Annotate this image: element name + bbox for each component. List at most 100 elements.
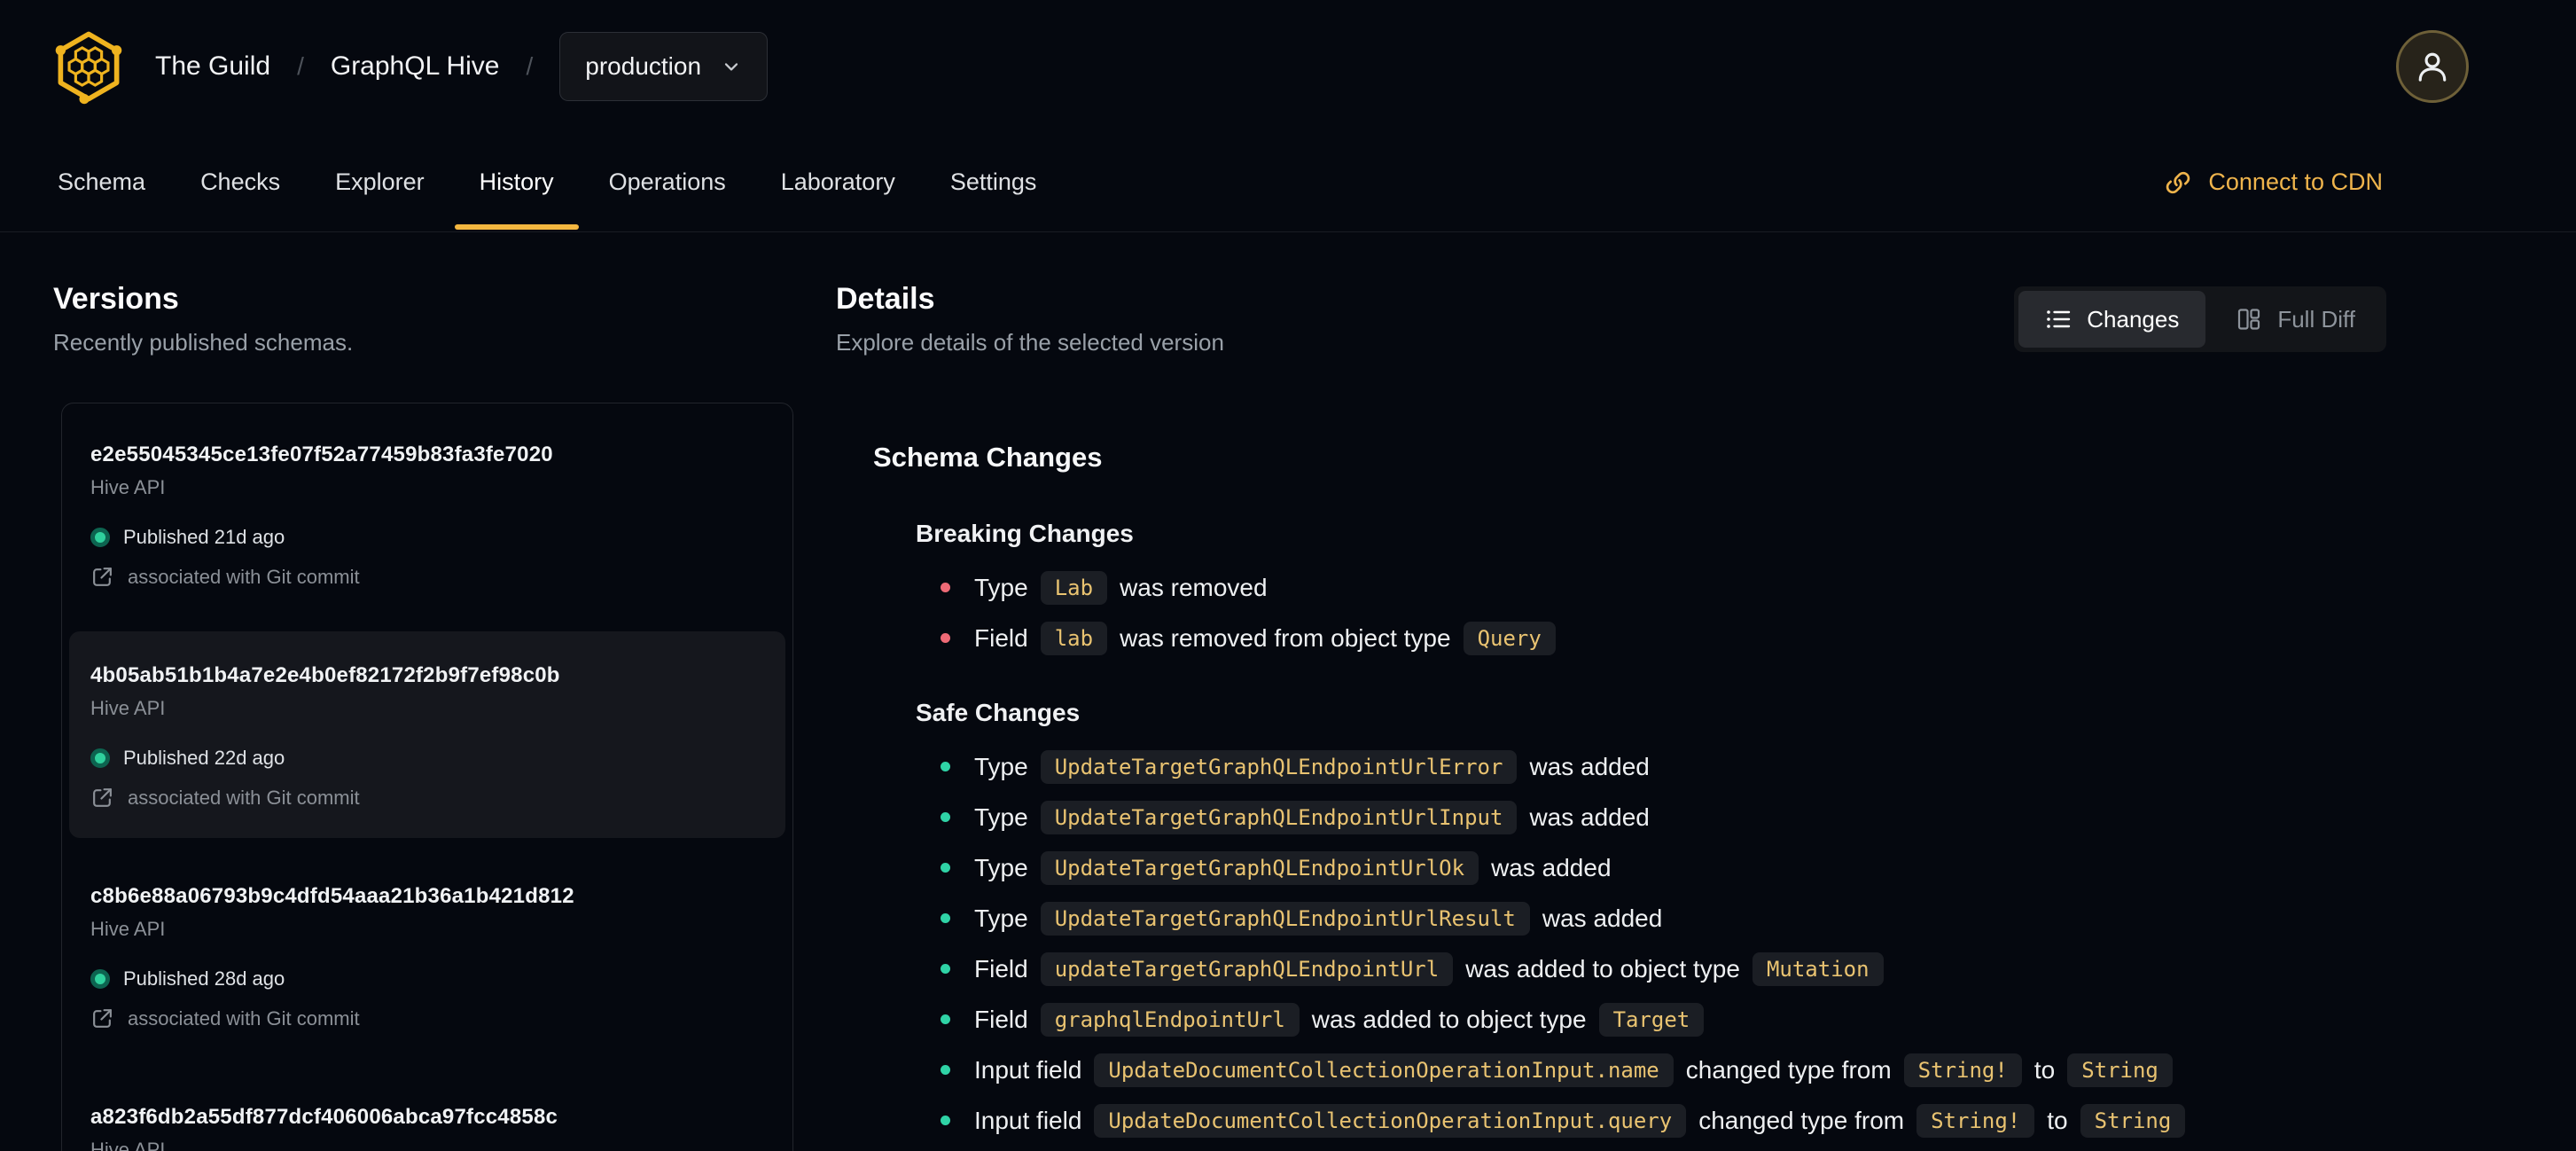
breaking-bullet-icon [941, 583, 950, 592]
connect-to-cdn-label: Connect to CDN [2208, 168, 2383, 195]
change-text: Field [974, 1005, 1028, 1033]
change-text: was removed [1120, 573, 1268, 601]
change-text: was removed from object type [1120, 623, 1451, 652]
change-text: Type [974, 904, 1028, 932]
schema-coordinate-chip: String! [1916, 1103, 2035, 1138]
safe-bullet-icon [941, 913, 950, 923]
change-text: was added [1529, 803, 1650, 831]
breadcrumb-separator: / [526, 52, 534, 80]
change-row: Field lab was removed from object type Quer… [916, 613, 2576, 663]
tab-label: Settings [949, 168, 1037, 195]
schema-coordinate-chip: UpdateTargetGraphQLEndpointUrlInput [1040, 800, 1518, 834]
git-commit-label: associated with Git commit [128, 786, 360, 809]
change-row: Field graphqlEndpointUrl was added to obje… [916, 994, 2576, 1045]
safe-bullet-icon [941, 762, 950, 771]
split-diff-icon [2238, 309, 2260, 330]
breaking-bullet-icon [941, 633, 950, 643]
change-row: Type UpdateTargetGraphQLEndpointUrlOk was … [916, 842, 2576, 893]
schema-coordinate-chip: UpdateTargetGraphQLEndpointUrlResult [1040, 901, 1530, 936]
version-hash: a823f6db2a55df877dcf406006abca97fcc4858c [90, 1105, 558, 1129]
git-commit-label: associated with Git commit [128, 1006, 360, 1030]
schema-coordinate-chip: String [2080, 1103, 2186, 1138]
tab-history[interactable]: History [454, 133, 579, 231]
tab-bar: Schema Checks Explorer History Operation… [0, 133, 2576, 232]
version-hash: c8b6e88a06793b9c4dfd54aaa21b36a1b421d812 [90, 884, 574, 908]
external-link-icon [93, 568, 112, 586]
tab-label: Explorer [335, 168, 425, 195]
tab-operations[interactable]: Operations [584, 133, 751, 231]
change-row: Input field UpdateDocumentCollectionOpera… [916, 1045, 2576, 1095]
change-text: Type [974, 752, 1028, 780]
user-avatar-button[interactable] [2396, 30, 2469, 103]
details-title: Details [836, 282, 935, 316]
user-icon [2418, 52, 2447, 82]
version-card[interactable]: 4b05ab51b1b4a7e2e4b0ef82172f2b9f7ef98c0b… [69, 631, 785, 838]
tab-label: Schema [58, 168, 146, 195]
connect-to-cdn-link[interactable]: Connect to CDN [2164, 133, 2383, 231]
changes-toggle-button[interactable]: Changes [2018, 291, 2206, 348]
schema-coordinate-chip: String [2067, 1053, 2173, 1087]
schema-coordinate-chip: Query [1463, 621, 1556, 655]
schema-changes-title: Schema Changes [873, 442, 1103, 473]
tab-explorer[interactable]: Explorer [310, 133, 449, 231]
version-hash: 4b05ab51b1b4a7e2e4b0ef82172f2b9f7ef98c0b [90, 663, 560, 687]
change-list: Type Lab was removed Field lab was removed fr… [916, 562, 2576, 663]
tab-schema[interactable]: Schema [33, 133, 170, 231]
full-diff-toggle-button[interactable]: Full Diff [2209, 291, 2382, 348]
safe-bullet-icon [941, 964, 950, 974]
version-published-label: Published 22d ago [123, 747, 285, 769]
version-card[interactable]: e2e55045345ce13fe07f52a77459b83fa3fe7020… [62, 403, 792, 624]
top-bar: The Guild / GraphQL Hive / production [0, 0, 2576, 133]
schema-coordinate-chip: Lab [1040, 570, 1108, 605]
change-text: Field [974, 623, 1028, 652]
version-published-label: Published 21d ago [123, 526, 285, 548]
version-hash: e2e55045345ce13fe07f52a77459b83fa3fe7020 [90, 442, 553, 466]
breadcrumb-org[interactable]: The Guild [155, 51, 270, 82]
change-text: was added [1529, 752, 1650, 780]
tabs: Schema Checks Explorer History Operation… [30, 133, 1064, 231]
breaking-changes-group: Breaking Changes Type Lab was removed Field… [836, 520, 2576, 663]
schema-coordinate-chip: String! [1903, 1053, 2022, 1087]
schema-coordinate-chip: Mutation [1752, 951, 1884, 986]
external-link-icon [93, 788, 112, 807]
schema-coordinate-chip: UpdateTargetGraphQLEndpointUrlOk [1040, 850, 1479, 885]
safe-bullet-icon [941, 1065, 950, 1075]
change-text: was added to object type [1311, 1005, 1587, 1033]
git-commit-link[interactable]: associated with Git commit [90, 565, 764, 589]
full-diff-toggle-label: Full Diff [2277, 305, 2355, 333]
schema-coordinate-chip: lab [1040, 621, 1108, 655]
version-card[interactable]: c8b6e88a06793b9c4dfd54aaa21b36a1b421d812… [62, 845, 792, 1066]
change-text: to [2047, 1106, 2068, 1134]
change-text: changed type from [1698, 1106, 1905, 1134]
change-text: to [2033, 1055, 2056, 1084]
breadcrumb: The Guild / GraphQL Hive / production [49, 27, 769, 106]
change-text: changed type from [1685, 1055, 1892, 1084]
changes-toggle-label: Changes [2087, 305, 2180, 333]
change-group-title: Safe Changes [916, 699, 1081, 726]
change-row: Type UpdateTargetGraphQLEndpointUrlResult… [916, 893, 2576, 944]
version-published-label: Published 28d ago [123, 967, 285, 990]
safe-bullet-icon [941, 1014, 950, 1024]
change-text: was added [1542, 904, 1663, 932]
safe-bullet-icon [941, 863, 950, 873]
hive-logo-icon [55, 31, 122, 105]
change-text: Type [974, 853, 1028, 881]
schema-coordinate-chip: graphqlEndpointUrl [1040, 1002, 1300, 1037]
external-link-icon [93, 1009, 112, 1028]
tab-checks[interactable]: Checks [176, 133, 305, 231]
details-panel: Details Explore details of the selected … [794, 282, 2576, 1151]
published-status-dot [90, 969, 110, 989]
change-row: Input field UpdateDocumentCollectionOpera… [916, 1095, 2576, 1146]
git-commit-link[interactable]: associated with Git commit [90, 1006, 764, 1030]
tab-settings[interactable]: Settings [925, 133, 1062, 231]
breadcrumb-project[interactable]: GraphQL Hive [331, 51, 500, 82]
change-text: Input field [974, 1106, 1082, 1134]
git-commit-link[interactable]: associated with Git commit [90, 786, 764, 810]
change-text: Input field [974, 1055, 1082, 1084]
tab-laboratory[interactable]: Laboratory [756, 133, 920, 231]
details-header: Details Explore details of the selected … [836, 282, 2576, 356]
version-card[interactable]: a823f6db2a55df877dcf406006abca97fcc4858c… [62, 1066, 792, 1151]
view-toggle-group: Changes Full Diff [2014, 286, 2386, 352]
version-published-row: Published 21d ago [90, 526, 764, 549]
target-selector-dropdown[interactable]: production [559, 32, 769, 101]
